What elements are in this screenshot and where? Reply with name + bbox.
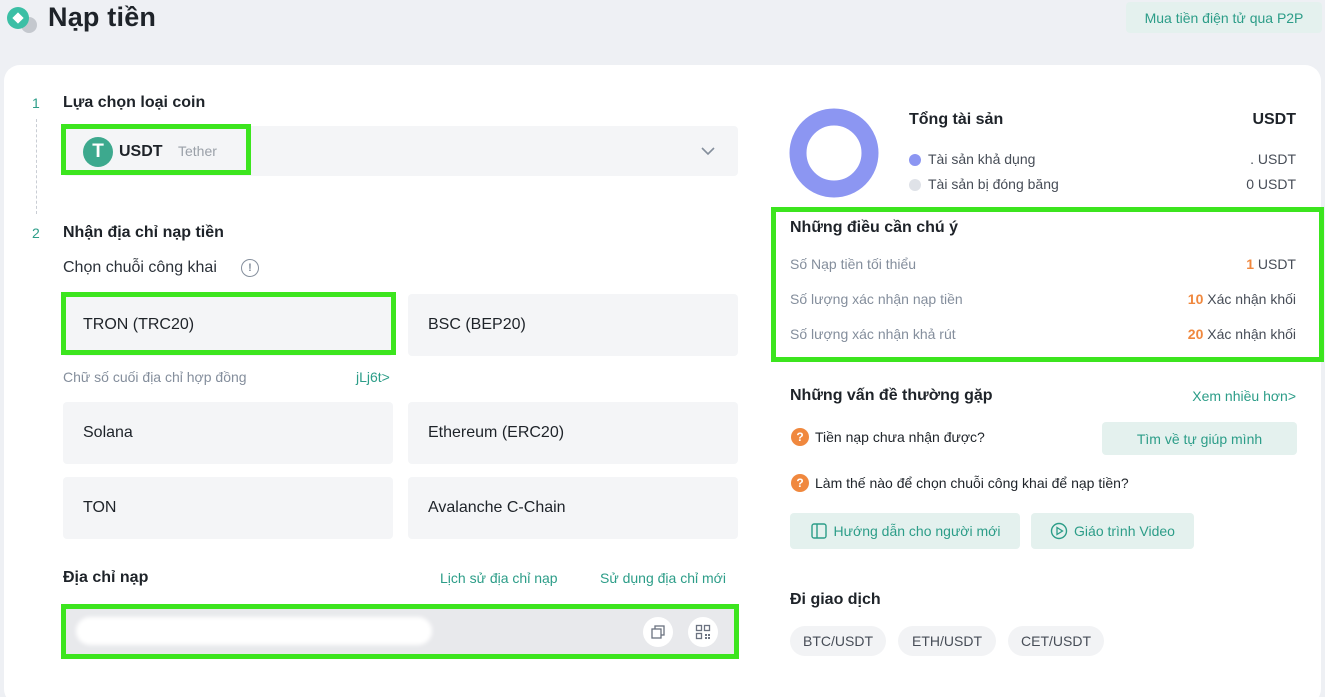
chain-option-bsc[interactable]: BSC (BEP20) — [408, 294, 738, 356]
book-icon — [810, 523, 827, 539]
chain-highlight-box — [61, 292, 396, 355]
faq-question-2[interactable]: Làm thế nào để chọn chuỗi công khai để n… — [815, 475, 1129, 491]
pair-btc-usdt[interactable]: BTC/USDT — [790, 626, 886, 656]
self-help-button[interactable]: Tìm về tự giúp mình — [1102, 422, 1297, 455]
p2p-buy-button[interactable]: Mua tiền điện tử qua P2P — [1126, 2, 1322, 33]
pair-cet-usdt[interactable]: CET/USDT — [1008, 626, 1104, 656]
address-highlight-box — [61, 604, 739, 659]
frozen-assets-label: Tài sản bị đóng băng — [928, 176, 1059, 192]
total-assets-unit: USDT — [1252, 111, 1296, 128]
address-history-link[interactable]: Lịch sử địa chỉ nạp — [440, 570, 558, 586]
contract-address-label: Chữ số cuối địa chỉ hợp đồng — [63, 369, 247, 385]
asset-donut-chart — [789, 108, 879, 198]
faq-more-link[interactable]: Xem nhiều hơn> — [1160, 388, 1296, 404]
select-coin-title: Lựa chọn loại coin — [63, 94, 206, 111]
step-number-2: 2 — [32, 225, 40, 241]
faq-title: Những vấn đề thường gặp — [790, 387, 993, 404]
chain-option-avalanche[interactable]: Avalanche C-Chain — [408, 477, 738, 539]
beginner-guide-button[interactable]: Hướng dẫn cho người mới — [790, 513, 1020, 549]
trade-title: Đi giao dịch — [790, 591, 881, 608]
pair-eth-usdt[interactable]: ETH/USDT — [898, 626, 996, 656]
contract-address-link[interactable]: jLj6t> — [356, 369, 390, 385]
total-assets-title: Tổng tài sản — [909, 111, 1004, 128]
play-icon — [1050, 522, 1068, 540]
new-address-link[interactable]: Sử dụng địa chỉ mới — [600, 570, 726, 586]
available-dot-icon — [909, 154, 921, 166]
step-connector — [36, 119, 37, 214]
chain-option-ethereum[interactable]: Ethereum (ERC20) — [408, 402, 738, 464]
chain-option-ton[interactable]: TON — [63, 477, 393, 539]
video-tutorial-label: Giáo trình Video — [1074, 523, 1175, 539]
frozen-dot-icon — [909, 179, 921, 191]
beginner-guide-label: Hướng dẫn cho người mới — [833, 523, 1001, 539]
chain-select-label: Chọn chuỗi công khai — [63, 259, 217, 276]
coin-highlight-box — [61, 124, 251, 175]
address-label: Địa chỉ nạp — [63, 569, 149, 586]
question-icon: ? — [791, 474, 809, 492]
deposit-address-title: Nhận địa chỉ nạp tiền — [63, 224, 224, 241]
notes-highlight-box — [771, 207, 1324, 362]
video-tutorial-button[interactable]: Giáo trình Video — [1031, 513, 1194, 549]
frozen-assets-value: 0 USDT — [1246, 176, 1296, 192]
question-icon: ? — [791, 428, 809, 446]
page-title: Nạp tiền — [48, 2, 157, 32]
chain-option-solana[interactable]: Solana — [63, 402, 393, 464]
info-icon[interactable]: ! — [241, 259, 259, 277]
faq-question-1[interactable]: Tiền nạp chưa nhận được? — [815, 429, 985, 445]
step-number-1: 1 — [32, 95, 40, 111]
available-assets-value: . USDT — [1250, 151, 1296, 167]
logo-icon — [7, 7, 37, 33]
available-assets-label: Tài sản khả dụng — [928, 151, 1036, 167]
chevron-down-icon[interactable] — [698, 141, 718, 161]
